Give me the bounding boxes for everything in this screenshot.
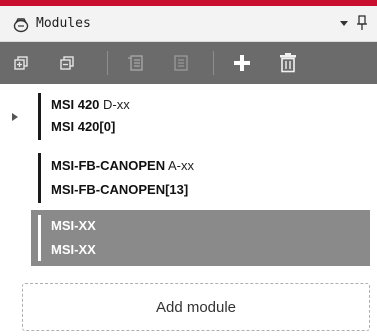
module-name: MSI-XX [51, 218, 96, 233]
collapse-all-button[interactable] [54, 51, 80, 75]
expand-all-icon [14, 56, 28, 70]
module-variant: A-xx [168, 158, 195, 173]
collapse-all-icon [60, 56, 74, 70]
module-type-line: MSI 420 D-xx [51, 97, 130, 112]
module-item-selected[interactable]: MSI-XX MSI-XX [31, 210, 370, 266]
toolbar-separator [107, 51, 108, 75]
properties-icon [128, 55, 143, 71]
pin-icon[interactable] [356, 15, 368, 31]
module-item[interactable]: MSI-FB-CANOPEN A-xx MSI-FB-CANOPEN[13] [0, 151, 377, 207]
module-type-line: MSI-FB-CANOPEN A-xx [51, 158, 194, 173]
configure-icon [174, 55, 188, 71]
chevron-down-icon[interactable] [339, 18, 349, 28]
module-name: MSI 420 [51, 97, 100, 112]
module-instance: MSI-FB-CANOPEN[13] [51, 182, 189, 197]
module-instance: MSI 420[0] [51, 119, 116, 134]
add-icon [234, 55, 250, 71]
module-indicator-bar [38, 93, 41, 140]
modules-icon [13, 18, 29, 33]
module-toolbar [0, 42, 377, 84]
delete-module-button[interactable] [275, 51, 301, 75]
module-indicator-bar [38, 153, 41, 203]
configure-button[interactable] [168, 51, 194, 75]
module-instance: MSI-XX [51, 242, 96, 257]
add-module-toolbar-button[interactable] [229, 51, 255, 75]
module-type-line: MSI-XX [51, 218, 96, 233]
delete-icon [280, 53, 296, 73]
expand-all-button[interactable] [8, 51, 34, 75]
expand-arrow-icon[interactable] [11, 113, 19, 121]
module-indicator-bar [38, 215, 41, 261]
module-variant: D-xx [103, 97, 130, 112]
panel-titlebar: Modules [0, 6, 377, 42]
panel-title: Modules [36, 16, 91, 31]
module-item[interactable]: MSI 420 D-xx MSI 420[0] [0, 90, 377, 144]
properties-button[interactable] [123, 51, 149, 75]
add-module-button[interactable]: Add module [22, 283, 370, 331]
toolbar-separator [213, 51, 214, 75]
modules-panel: Modules MSI 420 D-xx MSI 420[0] MSI-FB-C… [0, 0, 377, 336]
module-name: MSI-FB-CANOPEN [51, 158, 166, 173]
